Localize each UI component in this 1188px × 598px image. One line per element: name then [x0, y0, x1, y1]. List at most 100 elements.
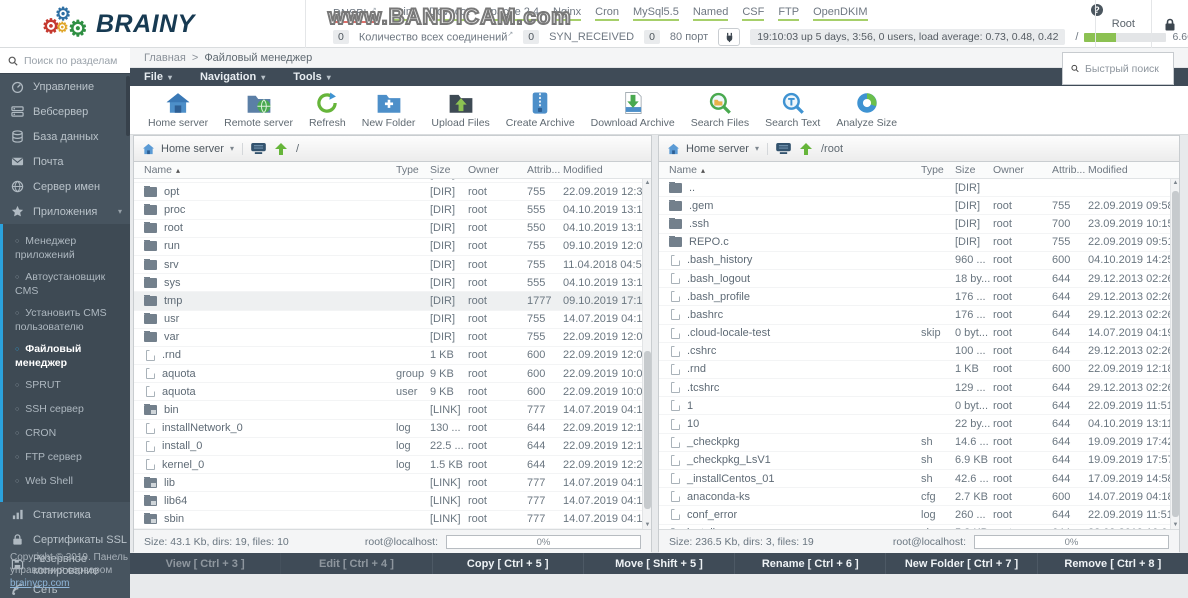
table-row[interactable]: 1 0 byt... root 644 22.09.2019 11:51...: [659, 397, 1170, 415]
create-archive-button[interactable]: Create Archive: [500, 89, 581, 131]
search-files-button[interactable]: Search Files: [685, 89, 755, 131]
sidebar-scrollbar[interactable]: [126, 76, 130, 136]
table-row[interactable]: .gem [DIR] root 755 22.09.2019 09:58...: [659, 197, 1170, 215]
submenu-item[interactable]: FTP сервер: [3, 446, 130, 470]
table-row[interactable]: sys [DIR] root 555 04.10.2019 13:14...: [134, 274, 642, 292]
submenu-item[interactable]: Установить CMS пользователю: [3, 302, 130, 338]
table-row[interactable]: usr [DIR] root 755 14.07.2019 04:14...: [134, 311, 642, 329]
table-row[interactable]: run [DIR] root 755 09.10.2019 12:01...: [134, 238, 642, 256]
action-button[interactable]: Edit [ Ctrl + 4 ]: [280, 553, 431, 574]
upload-files-button[interactable]: Upload Files: [425, 89, 495, 131]
table-row[interactable]: .bash_history 960 ... root 600 04.10.201…: [659, 252, 1170, 270]
table-row[interactable]: _installCentos_01 sh 42.6 ... root 644 1…: [659, 470, 1170, 488]
quick-search-input[interactable]: [1085, 63, 1165, 75]
sidebar-item-mail[interactable]: Почта: [0, 149, 130, 174]
go-up-icon[interactable]: [274, 143, 288, 155]
sidebar-item-statistics[interactable]: Статистика: [0, 502, 130, 527]
submenu-item[interactable]: Web Shell: [3, 470, 130, 494]
action-button[interactable]: New Folder [ Ctrl + 7 ]: [885, 553, 1036, 574]
table-row[interactable]: install_0 log 22.5 ... root 644 22.09.20…: [134, 438, 642, 456]
service-link[interactable]: OpenDKIM: [813, 6, 867, 21]
table-row[interactable]: sbin [LINK] root 777 14.07.2019 04:14...: [134, 511, 642, 529]
table-row[interactable]: aquota user 9 KB root 600 22.09.2019 10:…: [134, 383, 642, 401]
left-server-dropdown[interactable]: Home server ▾: [142, 143, 243, 155]
table-row[interactable]: .tcshrc 129 ... root 644 29.12.2013 02:2…: [659, 379, 1170, 397]
submenu-item[interactable]: Менеджер приложений: [3, 230, 130, 266]
right-server-dropdown[interactable]: Home server ▾: [667, 143, 768, 155]
table-row[interactable]: 10 22 by... root 644 04.10.2019 13:11...: [659, 415, 1170, 433]
table-row[interactable]: conf_error log 260 ... root 644 22.09.20…: [659, 506, 1170, 524]
table-row[interactable]: _checkpkg sh 14.6 ... root 644 19.09.201…: [659, 434, 1170, 452]
table-row[interactable]: aquota group 9 KB root 600 22.09.2019 10…: [134, 365, 642, 383]
quick-search[interactable]: [1062, 52, 1174, 85]
sidebar-item-nameserver[interactable]: Сервер имен: [0, 174, 130, 199]
sidebar-item-management[interactable]: Управление: [0, 74, 130, 99]
table-row[interactable]: _checkpkg_LsV1 sh 6.9 KB root 644 19.09.…: [659, 452, 1170, 470]
table-row[interactable]: var [DIR] root 755 22.09.2019 12:07...: [134, 329, 642, 347]
action-button[interactable]: Copy [ Ctrl + 5 ]: [432, 553, 583, 574]
table-row[interactable]: .cloud-locale-test skip 0 byt... root 64…: [659, 325, 1170, 343]
connections-label[interactable]: Количество всех соединений: [359, 30, 513, 44]
service-link[interactable]: MySql5.5: [633, 6, 679, 21]
action-button[interactable]: Move [ Shift + 5 ]: [583, 553, 734, 574]
table-row[interactable]: opt [DIR] root 755 22.09.2019 12:31...: [134, 183, 642, 201]
home-server-button[interactable]: Home server: [142, 89, 214, 131]
service-link[interactable]: CSF: [742, 6, 764, 21]
table-row[interactable]: lib64 [LINK] root 777 14.07.2019 04:14..…: [134, 492, 642, 510]
table-row[interactable]: install sh 5.3 KB root 644 22.09.2019 10…: [659, 525, 1170, 529]
plug-icon[interactable]: [718, 28, 740, 46]
right-current-path[interactable]: /root: [821, 143, 843, 155]
terminal-icon[interactable]: [251, 143, 266, 154]
right-scrollbar[interactable]: ▲ ▼: [1170, 179, 1179, 529]
new-folder-button[interactable]: New Folder: [356, 89, 422, 131]
table-row[interactable]: kernel_0 log 1.5 KB root 644 22.09.2019 …: [134, 456, 642, 474]
download-archive-button[interactable]: Download Archive: [585, 89, 681, 131]
table-row[interactable]: .cshrc 100 ... root 644 29.12.2013 02:26…: [659, 343, 1170, 361]
service-link[interactable]: Cron: [595, 6, 619, 21]
service-link[interactable]: FTP: [778, 6, 799, 21]
submenu-item[interactable]: CRON: [3, 422, 130, 446]
table-row[interactable]: .rnd 1 KB root 600 22.09.2019 12:18...: [659, 361, 1170, 379]
sidebar-search[interactable]: [0, 48, 130, 74]
menu-tools[interactable]: Tools▾: [293, 71, 331, 83]
table-row[interactable]: .rnd 1 KB root 600 22.09.2019 12:03...: [134, 347, 642, 365]
action-button[interactable]: Rename [ Ctrl + 6 ]: [734, 553, 885, 574]
table-row[interactable]: root [DIR] root 550 04.10.2019 13:11...: [134, 220, 642, 238]
left-scrollbar[interactable]: ▲ ▼: [642, 179, 651, 529]
terminal-icon[interactable]: [776, 143, 791, 154]
table-row[interactable]: bin [LINK] root 777 14.07.2019 04:14...: [134, 401, 642, 419]
sidebar-item-webserver[interactable]: Вебсервер: [0, 99, 130, 124]
table-row[interactable]: anaconda-ks cfg 2.7 KB root 600 14.07.20…: [659, 488, 1170, 506]
table-row[interactable]: tmp [DIR] root 1777 09.10.2019 17:12...: [134, 292, 642, 310]
submenu-item[interactable]: Файловый менеджер: [3, 338, 130, 374]
search-text-button[interactable]: Search Text: [759, 89, 826, 131]
action-button[interactable]: Remove [ Ctrl + 8 ]: [1037, 553, 1188, 574]
left-current-path[interactable]: /: [296, 143, 299, 155]
lock-icon[interactable]: [1151, 0, 1188, 48]
user-menu[interactable]: Root: [1095, 0, 1151, 48]
breadcrumb-home[interactable]: Главная: [144, 52, 186, 64]
table-row[interactable]: .. [DIR]: [659, 179, 1170, 197]
brainy-logo[interactable]: ⚙⚙⚙⚙ BRAINY: [42, 6, 195, 42]
submenu-item[interactable]: SPRUT: [3, 374, 130, 398]
submenu-item[interactable]: Автоустановщик CMS: [3, 266, 130, 302]
go-up-icon[interactable]: [799, 143, 813, 155]
brainycp-link[interactable]: brainycp.com: [10, 578, 69, 589]
sidebar-item-ssl[interactable]: Сертификаты SSL: [0, 527, 130, 552]
table-row[interactable]: REPO.c [DIR] root 755 22.09.2019 09:51..…: [659, 234, 1170, 252]
sidebar-search-input[interactable]: [24, 55, 119, 67]
sidebar-item-applications[interactable]: Приложения ▾: [0, 199, 130, 224]
table-row[interactable]: installNetwork_0 log 130 ... root 644 22…: [134, 420, 642, 438]
submenu-item[interactable]: SSH сервер: [3, 398, 130, 422]
remote-server-button[interactable]: Remote server: [218, 89, 299, 131]
sidebar-item-database[interactable]: База данных: [0, 124, 130, 149]
service-link[interactable]: Named: [693, 6, 728, 21]
table-row[interactable]: .bash_logout 18 by... root 644 29.12.201…: [659, 270, 1170, 288]
table-row[interactable]: .bash_profile 176 ... root 644 29.12.201…: [659, 288, 1170, 306]
table-row[interactable]: proc [DIR] root 555 04.10.2019 13:14...: [134, 201, 642, 219]
table-row[interactable]: .bashrc 176 ... root 644 29.12.2013 02:2…: [659, 306, 1170, 324]
menu-navigation[interactable]: Navigation▾: [200, 71, 265, 83]
refresh-button[interactable]: Refresh: [303, 89, 352, 131]
menu-file[interactable]: File▾: [144, 71, 172, 83]
table-row[interactable]: lib [LINK] root 777 14.07.2019 04:14...: [134, 474, 642, 492]
